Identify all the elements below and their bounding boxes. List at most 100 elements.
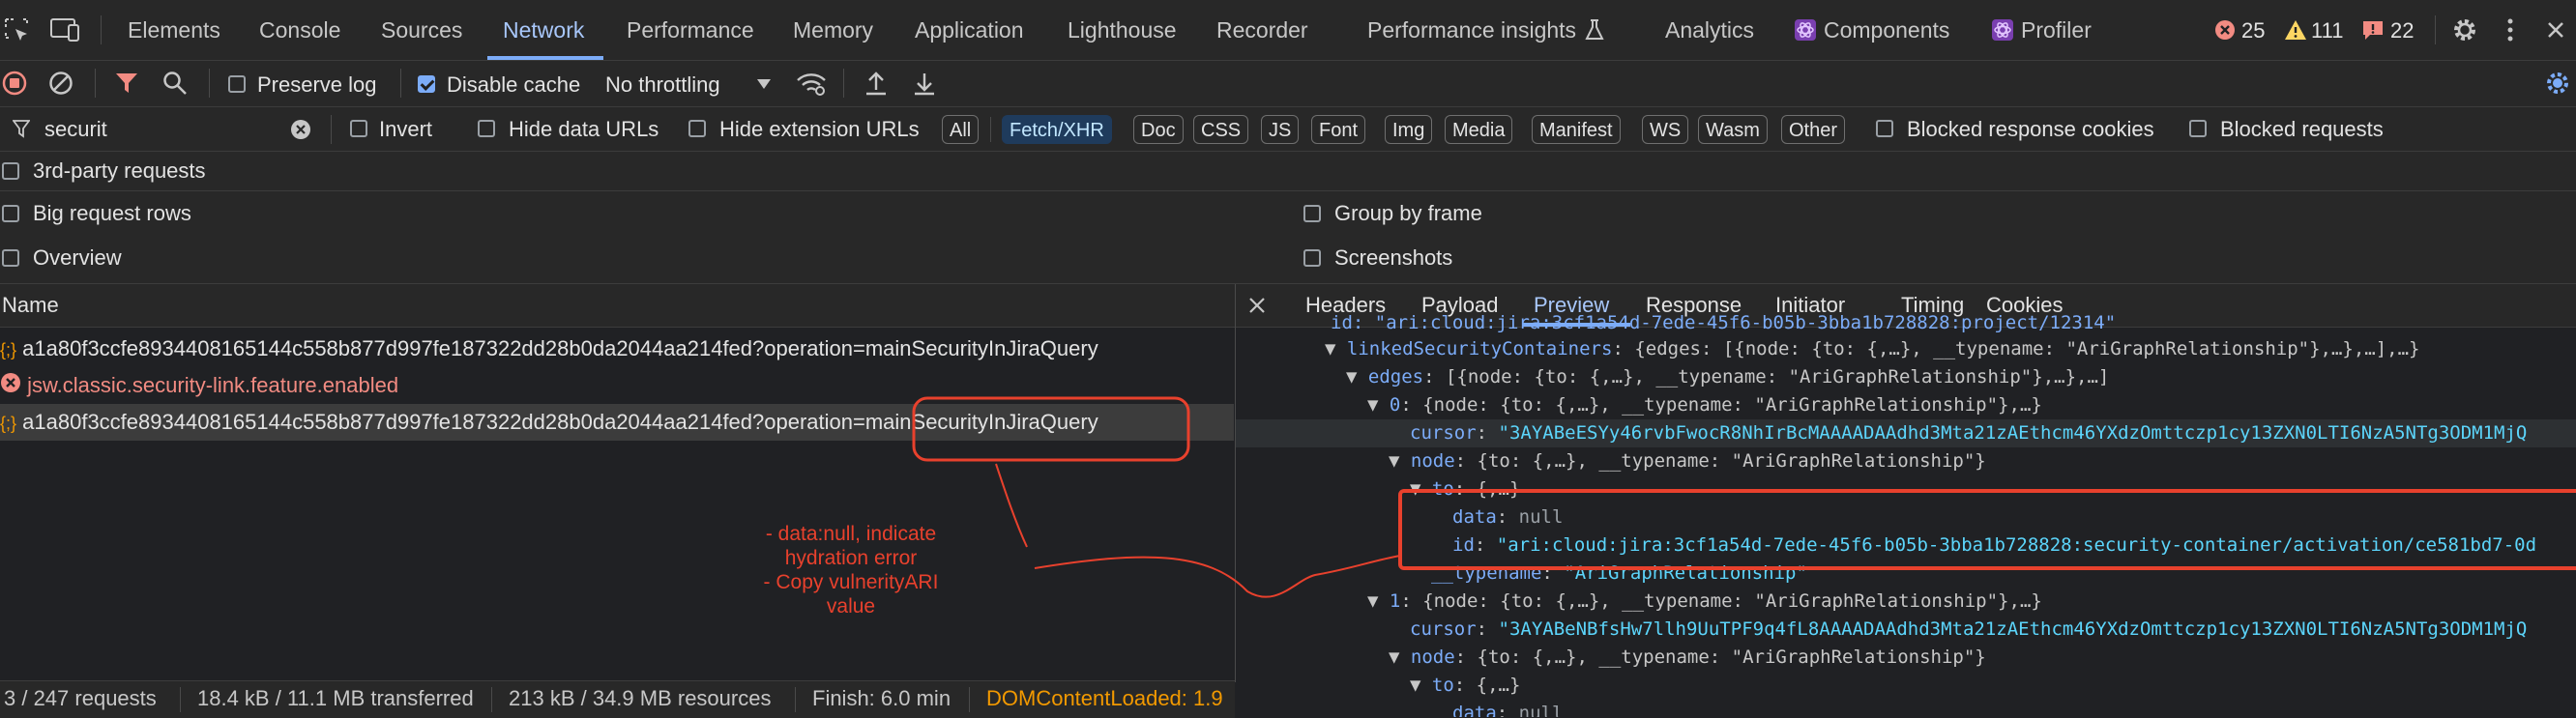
tree-node-node[interactable]: ▼ node: {to: {,…}, __typename: "AriGraph… xyxy=(1389,447,1986,475)
gear-icon[interactable] xyxy=(2450,15,2479,44)
blocked-requests-checkbox[interactable] xyxy=(2189,120,2207,137)
status-bar: 3 / 247 requests 18.4 kB / 11.1 MB trans… xyxy=(0,680,1235,718)
clear-filter-icon[interactable] xyxy=(290,119,311,140)
type-wasm[interactable]: Wasm xyxy=(1698,115,1768,144)
type-css[interactable]: CSS xyxy=(1193,115,1249,144)
close-devtools-icon[interactable] xyxy=(2541,15,2570,44)
preserve-log-checkbox[interactable] xyxy=(228,75,246,93)
tab-profiler[interactable]: Profiler xyxy=(2021,0,2092,60)
tab-performance[interactable]: Performance xyxy=(627,0,754,60)
tree-leaf-id[interactable]: id: "ari:cloud:jira:3cf1a54d-7ede-45f6-b… xyxy=(1452,531,2536,560)
type-fetch-xhr[interactable]: Fetch/XHR xyxy=(1002,115,1112,144)
tree-node-edge-1[interactable]: ▼ 1: {node: {to: {,…}, __typename: "AriG… xyxy=(1367,588,2042,616)
tree-node-to-1[interactable]: ▼ to: {,…} xyxy=(1410,672,1520,700)
screenshots-label[interactable]: Screenshots xyxy=(1334,245,1452,271)
hide-extension-urls-label[interactable]: Hide extension URLs xyxy=(719,117,920,142)
tab-sources[interactable]: Sources xyxy=(381,0,462,60)
tab-recorder[interactable]: Recorder xyxy=(1216,0,1308,60)
blocked-requests-label[interactable]: Blocked requests xyxy=(2220,117,2384,142)
tab-application[interactable]: Application xyxy=(915,0,1024,60)
import-har-icon[interactable] xyxy=(863,69,890,98)
type-js[interactable]: JS xyxy=(1261,115,1300,144)
tab-console[interactable]: Console xyxy=(259,0,340,60)
blocked-cookies-checkbox[interactable] xyxy=(1876,120,1893,137)
device-toolbar-icon[interactable] xyxy=(48,14,83,46)
filter-icon[interactable] xyxy=(114,71,139,96)
type-manifest[interactable]: Manifest xyxy=(1532,115,1621,144)
record-icon[interactable] xyxy=(2,71,27,96)
hide-data-urls-label[interactable]: Hide data URLs xyxy=(509,117,659,142)
request-name: jsw.classic.security-link.feature.enable… xyxy=(27,373,399,397)
invert-label[interactable]: Invert xyxy=(379,117,432,142)
type-media[interactable]: Media xyxy=(1445,115,1513,144)
type-doc[interactable]: Doc xyxy=(1133,115,1184,144)
issues-icon[interactable] xyxy=(2361,19,2385,41)
overview-checkbox[interactable] xyxy=(2,249,19,267)
filter-input[interactable]: securit xyxy=(44,117,107,142)
tree-node-node-1[interactable]: ▼ node: {to: {,…}, __typename: "AriGraph… xyxy=(1389,644,1986,672)
warning-icon[interactable] xyxy=(2284,19,2307,41)
tab-performance-insights[interactable]: Performance insights xyxy=(1367,0,1576,60)
error-icon[interactable] xyxy=(2214,19,2236,41)
screenshots-checkbox[interactable] xyxy=(1303,249,1321,267)
tree-node-to[interactable]: ▼ to: {,…} xyxy=(1410,475,1520,503)
tree-leaf-data[interactable]: data: null xyxy=(1452,503,1563,531)
group-by-frame-checkbox[interactable] xyxy=(1303,205,1321,222)
tab-components[interactable]: Components xyxy=(1824,0,1949,60)
tab-analytics[interactable]: Analytics xyxy=(1665,0,1754,60)
tree-node-linked[interactable]: ▼ linkedSecurityContainers: {edges: [{no… xyxy=(1325,335,2420,363)
error-circle-icon xyxy=(0,368,21,404)
table-row-selected[interactable]: {;} a1a80f3ccfe8934408165144c558b877d997… xyxy=(0,404,1234,441)
more-options-icon[interactable] xyxy=(2501,15,2520,44)
type-all[interactable]: All xyxy=(942,115,980,144)
tab-memory[interactable]: Memory xyxy=(793,0,873,60)
tab-network[interactable]: Network xyxy=(503,0,584,60)
network-conditions-icon[interactable] xyxy=(795,71,828,98)
type-img[interactable]: Img xyxy=(1385,115,1433,144)
close-panel-icon[interactable] xyxy=(1245,294,1269,317)
throttling-select[interactable]: No throttling xyxy=(605,72,720,98)
filter-funnel-icon xyxy=(12,118,31,139)
disable-cache-checkbox[interactable] xyxy=(418,75,435,93)
tree-leaf-cursor-0[interactable]: cursor: "3AYABeESYy46rvbFwocR8NhIrBcMAAA… xyxy=(1236,419,2576,447)
table-row[interactable]: {;} a1a80f3ccfe8934408165144c558b877d997… xyxy=(0,330,1234,367)
search-icon[interactable] xyxy=(162,71,188,96)
tree-leaf-data-1[interactable]: data: null xyxy=(1452,700,1563,717)
type-other[interactable]: Other xyxy=(1781,115,1846,144)
chevron-down-icon[interactable] xyxy=(754,74,774,94)
group-by-frame-label[interactable]: Group by frame xyxy=(1334,201,1482,226)
export-har-icon[interactable] xyxy=(911,69,938,98)
table-row[interactable]: jsw.classic.security-link.feature.enable… xyxy=(0,367,1234,404)
hide-extension-urls-checkbox[interactable] xyxy=(688,120,706,137)
tab-lighthouse[interactable]: Lighthouse xyxy=(1068,0,1177,60)
third-party-label[interactable]: 3rd-party requests xyxy=(33,158,206,184)
tab-elements[interactable]: Elements xyxy=(128,0,220,60)
preserve-log-label[interactable]: Preserve log xyxy=(257,72,377,98)
disable-cache-label[interactable]: Disable cache xyxy=(447,72,580,98)
blocked-cookies-label[interactable]: Blocked response cookies xyxy=(1907,117,2154,142)
devtools-tabbar: Elements Console Sources Network Perform… xyxy=(0,0,2576,61)
third-party-row: 3rd-party requests xyxy=(0,152,2576,191)
tree-node-edges[interactable]: ▼ edges: [{node: {to: {,…}, __typename: … xyxy=(1346,363,2109,391)
tree-node-edge-0[interactable]: ▼ 0: {node: {to: {,…}, __typename: "AriG… xyxy=(1367,391,2042,419)
active-tab-indicator xyxy=(487,56,603,60)
react-profiler-icon xyxy=(1990,17,2015,43)
network-settings-icon[interactable] xyxy=(2543,69,2572,98)
name-column-header[interactable]: Name xyxy=(0,284,1235,328)
flask-icon xyxy=(1582,17,1607,43)
annotation-note: - data:null, indicate hydration error - … xyxy=(763,523,939,617)
third-party-checkbox[interactable] xyxy=(2,162,19,180)
type-font[interactable]: Font xyxy=(1311,115,1366,144)
big-request-rows-label[interactable]: Big request rows xyxy=(33,201,191,226)
big-request-rows-checkbox[interactable] xyxy=(2,205,19,222)
tree-leaf-typename[interactable]: __typename: "AriGraphRelationship" xyxy=(1431,560,1807,588)
status-resources: 213 kB / 34.9 MB resources xyxy=(509,686,772,710)
invert-checkbox[interactable] xyxy=(350,120,367,137)
hide-data-urls-checkbox[interactable] xyxy=(478,120,495,137)
clear-icon[interactable] xyxy=(48,71,73,96)
inspect-element-icon[interactable] xyxy=(0,14,33,46)
type-ws[interactable]: WS xyxy=(1642,115,1689,144)
tree-leaf-cursor-1[interactable]: cursor: "3AYABeNBfsHw7llh9UuTPF9q4fL8AAA… xyxy=(1410,616,2527,644)
overview-label[interactable]: Overview xyxy=(33,245,122,271)
network-toolbar: Preserve log Disable cache No throttling xyxy=(0,61,2576,107)
